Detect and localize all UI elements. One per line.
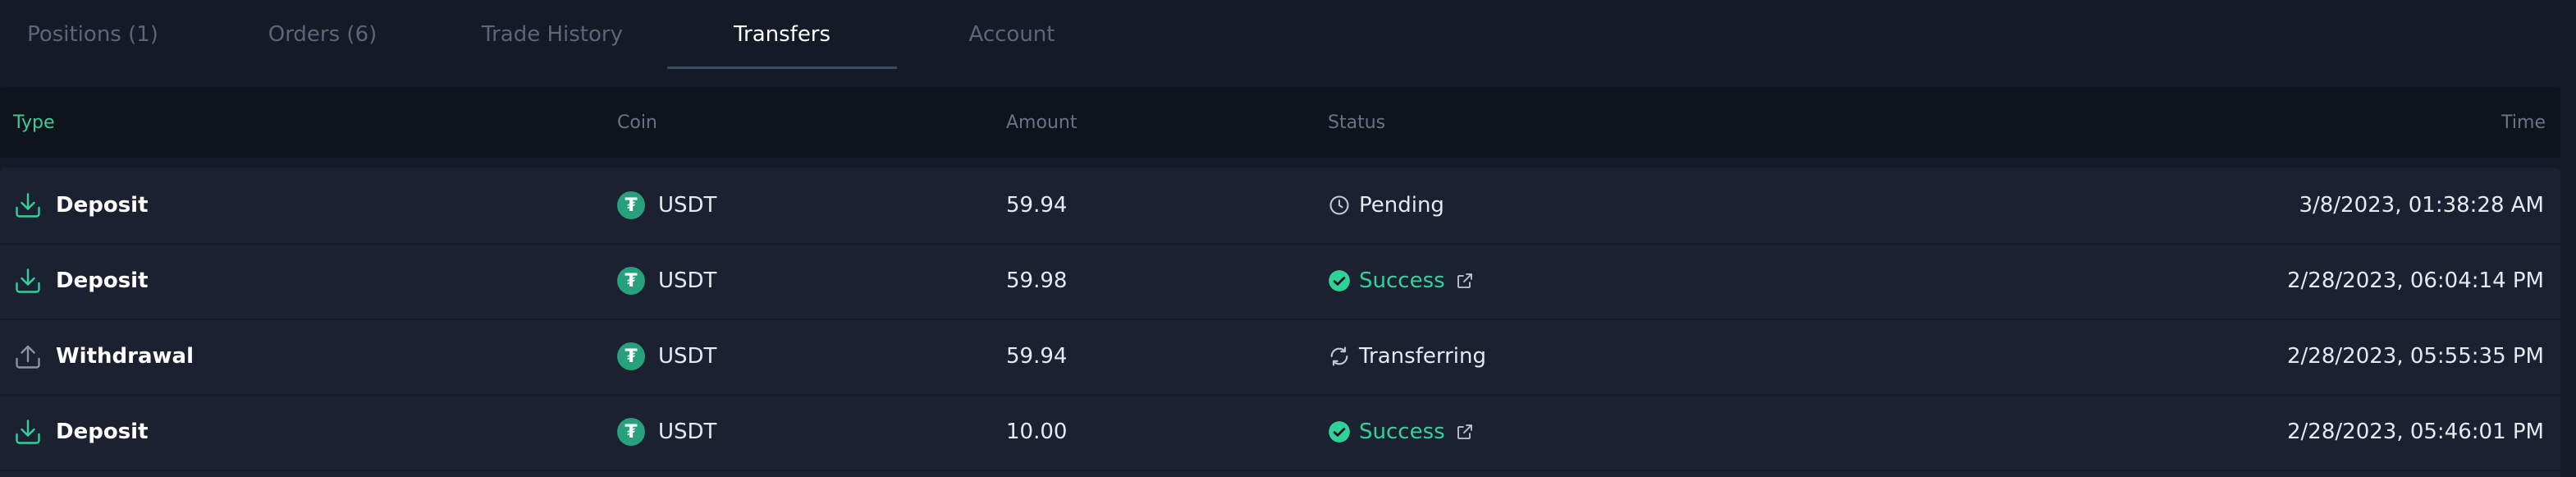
column-header-type[interactable]: Type	[13, 87, 55, 158]
type-label: Deposit	[56, 420, 149, 444]
amount-cell: 59.94	[1006, 344, 1068, 369]
external-link-icon[interactable]	[1455, 271, 1475, 291]
table-row[interactable]: Deposit ₮ USDT 10.00 Success 2/28/2023, …	[0, 394, 2560, 471]
deposit-icon	[16, 193, 40, 218]
transfers-table: Deposit ₮ USDT 59.94 Pending 3/8/2023, 0…	[0, 167, 2560, 477]
status-cell: Pending	[1328, 167, 1444, 243]
tether-icon: ₮	[617, 418, 645, 446]
status-label: Transferring	[1359, 344, 1486, 369]
tab-transfers[interactable]: Transfers	[667, 0, 897, 69]
time-cell: 2/28/2023, 06:04:14 PM	[2287, 268, 2544, 293]
tether-icon: ₮	[617, 267, 645, 295]
amount-cell: 59.98	[1006, 268, 1068, 293]
refresh-icon	[1330, 346, 1348, 366]
status-label: Success	[1359, 420, 1445, 444]
coin-label: USDT	[658, 268, 717, 293]
coin-cell: ₮ USDT	[617, 394, 716, 470]
coin-label: USDT	[658, 420, 717, 444]
coin-label: USDT	[658, 193, 717, 218]
withdraw-icon	[16, 345, 40, 369]
type-cell: Deposit	[13, 394, 149, 470]
status-cell: Success	[1328, 394, 1475, 470]
tether-icon: ₮	[617, 191, 645, 219]
tab-positions[interactable]: Positions (1)	[0, 0, 208, 69]
table-header: Type Coin Amount Status Time	[0, 87, 2560, 158]
type-cell: Deposit	[13, 243, 149, 319]
tab-account[interactable]: Account	[897, 0, 1127, 69]
column-header-time: Time	[2501, 112, 2546, 133]
time-cell: 3/8/2023, 01:38:28 AM	[2299, 193, 2544, 218]
amount-cell: 59.94	[1006, 193, 1068, 218]
table-row[interactable]: Withdrawal ₮ USDT 59.94 Transferring 2/2…	[0, 319, 2560, 396]
time-cell: 2/28/2023, 05:55:35 PM	[2287, 344, 2544, 369]
external-link-icon[interactable]	[1455, 422, 1475, 442]
check-circle-icon	[1329, 270, 1350, 291]
tab-orders[interactable]: Orders (6)	[208, 0, 437, 69]
clock-icon	[1329, 195, 1349, 215]
coin-label: USDT	[658, 344, 717, 369]
amount-cell: 10.00	[1006, 420, 1068, 444]
tab-trade-history[interactable]: Trade History	[437, 0, 667, 69]
check-circle-icon	[1329, 421, 1350, 443]
status-label: Success	[1359, 268, 1445, 293]
status-cell: Success	[1328, 243, 1475, 319]
type-label: Deposit	[56, 268, 149, 293]
table-row[interactable]: Deposit ₮ USDT 59.98 Success 2/28/2023, …	[0, 243, 2560, 320]
type-label: Deposit	[56, 193, 149, 218]
deposit-icon	[16, 268, 40, 293]
status-label: Pending	[1359, 193, 1444, 218]
tab-bar: Positions (1) Orders (6) Trade History T…	[0, 0, 2576, 69]
column-header-status: Status	[1328, 112, 1386, 133]
column-header-coin: Coin	[617, 112, 657, 133]
type-label: Withdrawal	[56, 344, 194, 369]
status-cell: Transferring	[1328, 319, 1486, 394]
type-cell: Deposit	[13, 167, 149, 243]
coin-cell: ₮ USDT	[617, 167, 716, 243]
time-cell: 2/28/2023, 05:46:01 PM	[2287, 420, 2544, 444]
column-header-amount: Amount	[1006, 112, 1078, 133]
coin-cell: ₮ USDT	[617, 243, 716, 319]
coin-cell: ₮ USDT	[617, 319, 716, 394]
tether-icon: ₮	[617, 342, 645, 370]
deposit-icon	[16, 420, 40, 444]
type-cell: Withdrawal	[13, 319, 194, 394]
table-row[interactable]: Deposit ₮ USDT 59.94 Pending 3/8/2023, 0…	[0, 167, 2560, 245]
